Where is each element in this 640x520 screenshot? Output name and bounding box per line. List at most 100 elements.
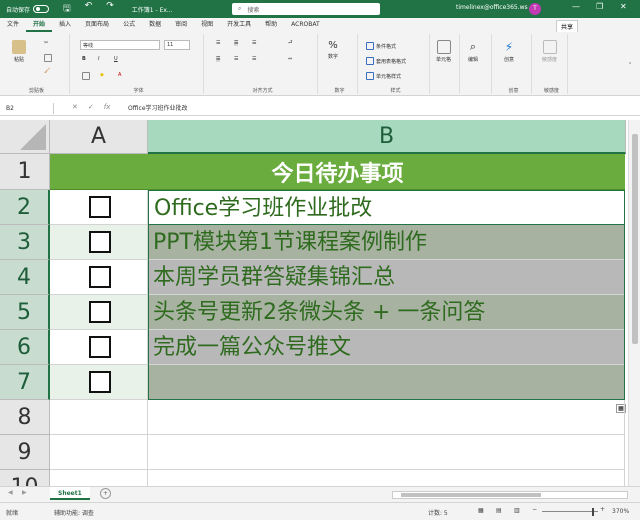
underline-icon[interactable]: U bbox=[114, 56, 118, 62]
next-sheet-icon[interactable]: ▶ bbox=[22, 489, 27, 496]
close-icon[interactable]: ✕ bbox=[620, 2, 627, 11]
autosave-toggle[interactable] bbox=[33, 5, 50, 13]
user-account[interactable]: timelinex@office365.ws bbox=[456, 4, 528, 11]
task-cell[interactable]: 本周学员群答疑集锦汇总 bbox=[148, 260, 625, 295]
tab-insert[interactable]: 插入 bbox=[52, 18, 78, 32]
checkbox-cell[interactable] bbox=[50, 260, 148, 295]
undo-icon[interactable]: ↶ bbox=[85, 1, 93, 17]
tab-help[interactable]: 帮助 bbox=[258, 18, 284, 32]
align-middle-icon[interactable]: ☰ bbox=[234, 40, 239, 46]
copy-icon[interactable] bbox=[44, 54, 52, 62]
column-header-b[interactable]: B bbox=[148, 120, 626, 154]
search-input[interactable]: ⌕ 搜索 bbox=[232, 3, 380, 15]
zoom-out-icon[interactable]: − bbox=[532, 506, 537, 513]
task-cell[interactable]: Office学习班作业批改 bbox=[148, 190, 625, 225]
zoom-in-icon[interactable]: + bbox=[600, 506, 605, 513]
name-box[interactable]: B2 bbox=[4, 103, 54, 114]
border-icon[interactable] bbox=[82, 72, 90, 80]
empty-cell[interactable] bbox=[50, 435, 148, 470]
empty-cell[interactable] bbox=[50, 470, 148, 486]
restore-icon[interactable]: ❐ bbox=[596, 2, 603, 11]
task-cell[interactable]: 完成一篇公众号推文 bbox=[148, 330, 625, 365]
cell-styles-button[interactable]: 单元格样式 bbox=[366, 72, 401, 80]
checkbox[interactable] bbox=[89, 336, 111, 358]
zoom-level[interactable]: 370% bbox=[612, 508, 629, 515]
redo-icon[interactable]: ↷ bbox=[106, 1, 114, 17]
row-header-9[interactable]: 9 bbox=[0, 435, 50, 470]
checkbox[interactable] bbox=[89, 266, 111, 288]
formula-input[interactable]: Office学习班作业批改 bbox=[128, 103, 188, 114]
checkbox[interactable] bbox=[89, 196, 111, 218]
row-header-6[interactable]: 6 bbox=[0, 330, 50, 365]
zoom-slider[interactable] bbox=[542, 511, 598, 512]
tab-formulas[interactable]: 公式 bbox=[116, 18, 142, 32]
align-left-icon[interactable]: ☰ bbox=[216, 56, 221, 62]
format-as-table-button[interactable]: 套用表格格式 bbox=[366, 57, 406, 65]
minimize-icon[interactable]: — bbox=[572, 2, 580, 11]
align-bottom-icon[interactable]: ☰ bbox=[252, 40, 256, 46]
select-all-button[interactable] bbox=[0, 120, 50, 154]
avatar[interactable]: T bbox=[529, 3, 541, 15]
checkbox[interactable] bbox=[89, 231, 111, 253]
sheet-tab-sheet1[interactable]: Sheet1 bbox=[50, 487, 90, 500]
row-header-7[interactable]: 7 bbox=[0, 365, 50, 400]
paste-button[interactable]: 粘贴 bbox=[12, 40, 26, 63]
align-right-icon[interactable]: ☰ bbox=[252, 56, 256, 62]
fill-color-icon[interactable]: ◆ bbox=[100, 72, 104, 78]
format-painter-icon[interactable]: 🖌 bbox=[44, 68, 50, 74]
sensitivity-button[interactable]: 敏感度 bbox=[542, 40, 557, 63]
empty-cell[interactable] bbox=[148, 470, 625, 486]
vertical-scroll-thumb[interactable] bbox=[632, 134, 638, 344]
normal-view-icon[interactable]: ▦ bbox=[478, 507, 484, 514]
task-cell[interactable] bbox=[148, 365, 625, 400]
enter-icon[interactable]: ✓ bbox=[88, 103, 94, 111]
checkbox[interactable] bbox=[89, 301, 111, 323]
task-cell[interactable]: PPT模块第1节课程案例制作 bbox=[148, 225, 625, 260]
row-header-3[interactable]: 3 bbox=[0, 225, 50, 260]
row-header-8[interactable]: 8 bbox=[0, 400, 50, 435]
font-name-select[interactable]: 等线 bbox=[80, 40, 160, 50]
page-break-icon[interactable]: ▥ bbox=[514, 507, 520, 514]
save-icon[interactable]: 🖫 bbox=[63, 1, 71, 17]
ideas-button[interactable]: ⚡ 创意 bbox=[504, 40, 514, 63]
empty-cell[interactable] bbox=[148, 400, 625, 435]
merge-center-icon[interactable]: ⇔ bbox=[288, 56, 292, 62]
font-size-select[interactable]: 11 bbox=[164, 40, 190, 50]
tab-file[interactable]: 文件 bbox=[0, 18, 26, 32]
tab-developer[interactable]: 开发工具 bbox=[220, 18, 258, 32]
checkbox[interactable] bbox=[89, 371, 111, 393]
tab-review[interactable]: 审阅 bbox=[168, 18, 194, 32]
prev-sheet-icon[interactable]: ◀ bbox=[8, 489, 13, 496]
align-center-icon[interactable]: ☰ bbox=[234, 56, 238, 62]
italic-icon[interactable]: I bbox=[98, 56, 99, 62]
checkbox-cell[interactable] bbox=[50, 295, 148, 330]
row-header-2[interactable]: 2 bbox=[0, 190, 50, 225]
checkbox-cell[interactable] bbox=[50, 330, 148, 365]
tab-acrobat[interactable]: ACROBAT bbox=[284, 18, 327, 32]
cut-icon[interactable]: ✂ bbox=[44, 40, 48, 46]
column-header-a[interactable]: A bbox=[50, 120, 148, 154]
vertical-scrollbar[interactable] bbox=[628, 120, 640, 486]
tab-view[interactable]: 视图 bbox=[194, 18, 220, 32]
number-format-button[interactable]: % 数字 bbox=[328, 40, 338, 60]
autosave[interactable]: 自动保存 bbox=[6, 5, 50, 14]
row-header-1[interactable]: 1 bbox=[0, 154, 50, 190]
checkbox-cell[interactable] bbox=[50, 365, 148, 400]
page-layout-icon[interactable]: ▤ bbox=[496, 507, 502, 514]
checkbox-cell[interactable] bbox=[50, 190, 148, 225]
tab-data[interactable]: 数据 bbox=[142, 18, 168, 32]
horizontal-scrollbar[interactable] bbox=[392, 491, 628, 499]
cancel-icon[interactable]: ✕ bbox=[72, 103, 78, 111]
conditional-format-button[interactable]: 条件格式 bbox=[366, 42, 396, 50]
collapse-ribbon-icon[interactable]: ⌃ bbox=[628, 62, 632, 68]
accessibility-status[interactable]: 辅助功能: 调查 bbox=[54, 508, 94, 517]
zoom-slider-handle[interactable] bbox=[592, 508, 594, 516]
empty-cell[interactable] bbox=[148, 435, 625, 470]
tab-home[interactable]: 开始 bbox=[26, 18, 53, 32]
horizontal-scroll-thumb[interactable] bbox=[401, 493, 541, 497]
task-cell[interactable]: 头条号更新2条微头条 + 一条问答 bbox=[148, 295, 625, 330]
checkbox-cell[interactable] bbox=[50, 225, 148, 260]
edit-button[interactable]: ⌕ 编辑 bbox=[468, 40, 478, 63]
row-header-5[interactable]: 5 bbox=[0, 295, 50, 330]
row-header-4[interactable]: 4 bbox=[0, 260, 50, 295]
